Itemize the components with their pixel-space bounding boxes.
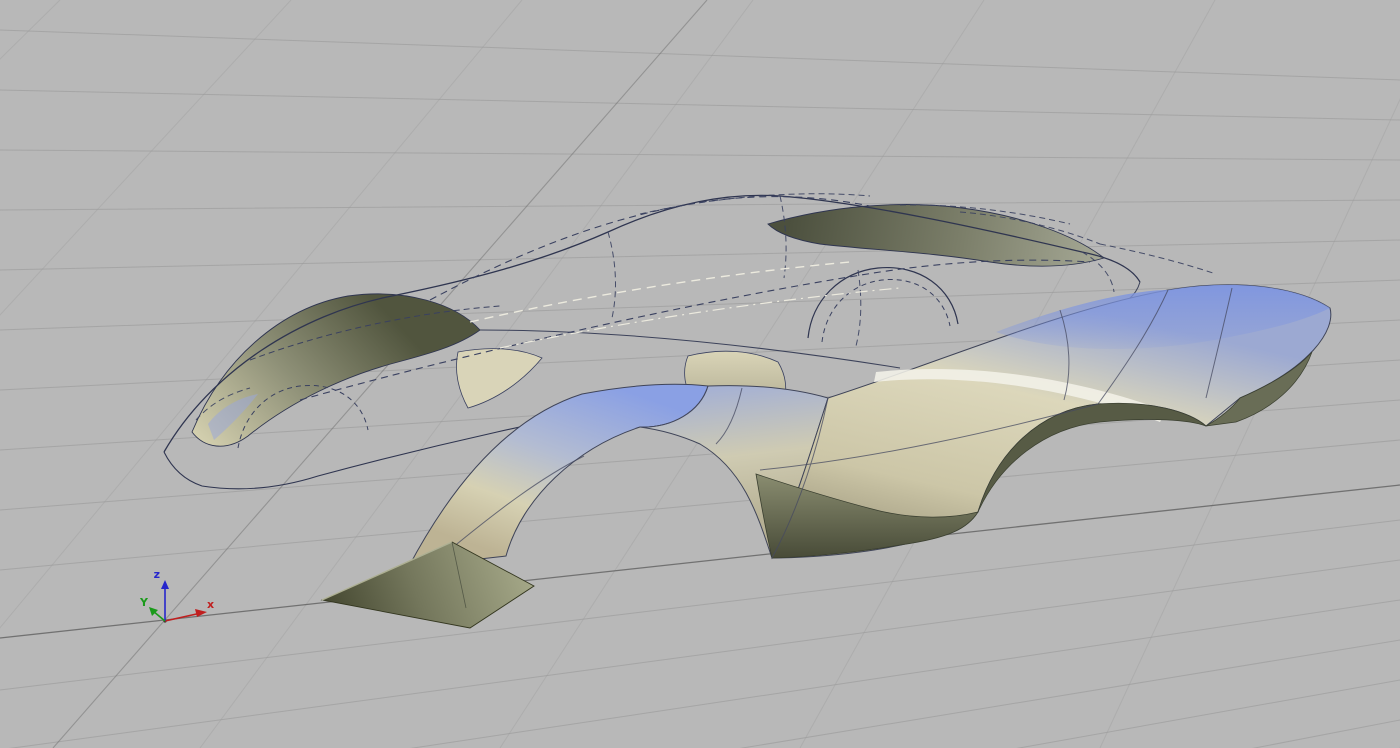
cad-viewport[interactable]: x Y z xyxy=(0,0,1400,748)
y-axis-label: Y xyxy=(139,596,149,609)
z-axis-label: z xyxy=(154,568,160,581)
x-axis-label: x xyxy=(207,598,214,611)
